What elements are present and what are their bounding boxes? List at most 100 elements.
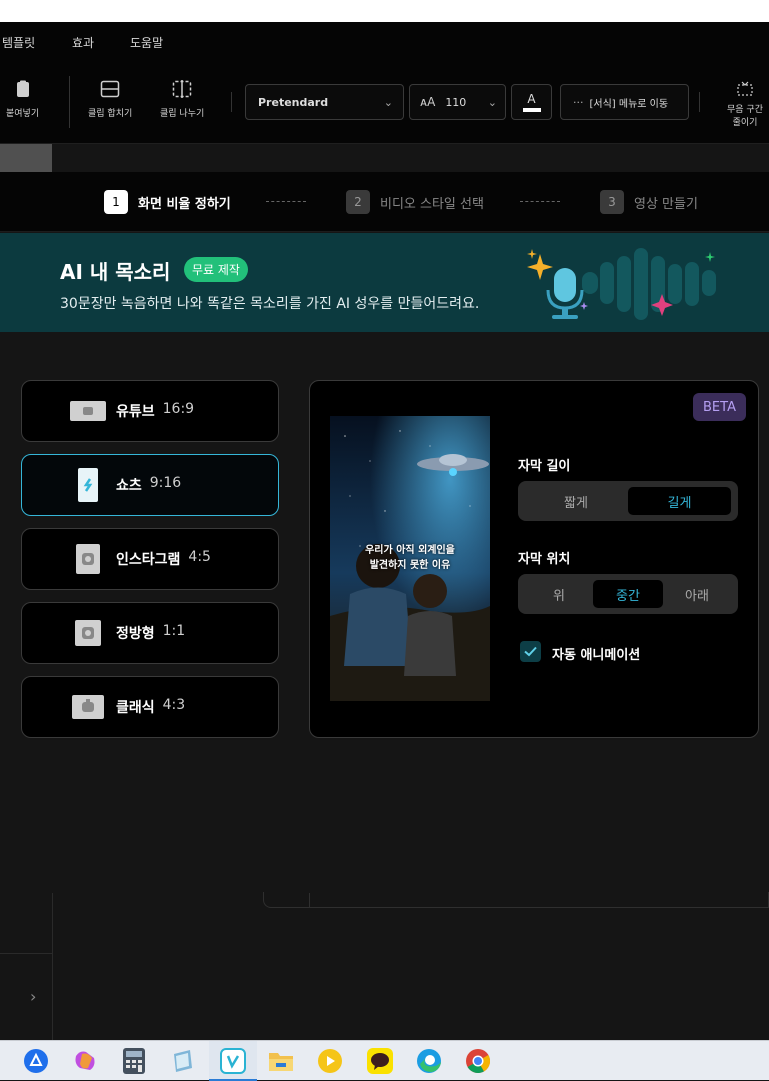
windows-taskbar — [0, 1040, 769, 1081]
more-icon: ··· — [573, 95, 584, 109]
split-clip-icon — [172, 80, 192, 98]
merge-clip-icon — [100, 80, 120, 98]
chevron-down-icon: ⌄ — [383, 95, 393, 109]
caption-line-1: 우리가 아직 외계인을 — [365, 545, 455, 556]
ratio-classic[interactable]: 클래식 4:3 — [21, 676, 279, 738]
step-3-number: 3 — [600, 190, 624, 214]
step-3: 3 영상 만들기 — [600, 190, 698, 214]
length-short-option[interactable]: 짧게 — [528, 487, 624, 515]
divider — [231, 92, 232, 112]
merge-clip-label: 클립 합치기 — [88, 109, 133, 119]
color-swatch — [522, 107, 541, 112]
font-select[interactable]: Pretendard ⌄ — [245, 84, 404, 120]
notepad-icon[interactable] — [170, 1048, 196, 1074]
ratio-name: 정방형 — [116, 626, 155, 642]
font-size-icon: ᴀA — [420, 95, 436, 109]
step-3-label: 영상 만들기 — [634, 196, 698, 212]
ratio-value: 16:9 — [162, 401, 195, 417]
ratio-value: 9:16 — [149, 475, 182, 491]
divider — [69, 76, 70, 128]
divider — [309, 893, 310, 907]
length-long-option[interactable]: 길게 — [628, 487, 731, 515]
divider — [52, 893, 53, 1040]
timeline-block[interactable] — [0, 144, 52, 172]
banner-title: AI 내 목소리 — [60, 260, 171, 284]
step-1-label: 화면 비율 정하기 — [138, 196, 231, 212]
editor-background: › — [0, 892, 769, 1040]
step-divider — [520, 201, 560, 202]
ratio-value: 1:1 — [162, 623, 186, 639]
paste-button[interactable]: 붙여넣기 — [6, 80, 39, 119]
step-2: 2 비디오 스타일 선택 — [346, 190, 484, 214]
ratio-name: 클래식 — [116, 700, 155, 716]
remove-silence-icon — [737, 81, 753, 96]
ratio-square[interactable]: 정방형 1:1 — [21, 602, 279, 664]
split-clip-button[interactable]: 클립 나누기 — [160, 80, 204, 119]
top-white-strip — [0, 0, 769, 22]
calculator-icon[interactable] — [121, 1048, 147, 1074]
auto-animation-checkbox[interactable] — [520, 641, 541, 662]
youtube-icon — [70, 396, 106, 426]
position-bottom-option[interactable]: 아래 — [663, 580, 731, 608]
check-icon — [524, 646, 537, 657]
font-color-button[interactable]: A — [511, 84, 552, 120]
remove-silence-button[interactable]: 무음 구간 줄이기 — [727, 80, 763, 128]
free-badge: 무료 제작 — [184, 257, 248, 282]
ratio-name: 인스타그램 — [116, 552, 181, 568]
classic-icon — [70, 692, 106, 722]
instagram-icon — [70, 544, 106, 574]
remove-silence-label2: 줄이기 — [732, 118, 758, 128]
editor-frame — [263, 892, 769, 908]
subtitle-length-label: 자막 길이 — [518, 459, 571, 474]
step-2-label: 비디오 스타일 선택 — [380, 196, 484, 212]
merge-clip-button[interactable]: 클립 합치기 — [88, 80, 132, 119]
caption-line-2: 발견하지 못한 이유 — [369, 560, 451, 571]
step-2-number: 2 — [346, 190, 370, 214]
ratio-name: 쇼츠 — [116, 478, 142, 494]
chrome-icon[interactable] — [465, 1048, 491, 1074]
ratio-instagram[interactable]: 인스타그램 4:5 — [21, 528, 279, 590]
copilot-app-icon[interactable] — [23, 1048, 49, 1074]
ratio-value: 4:3 — [162, 697, 186, 713]
font-name: Pretendard — [258, 95, 329, 109]
divider — [699, 92, 700, 112]
media-player-icon[interactable] — [317, 1048, 343, 1074]
position-top-option[interactable]: 위 — [524, 580, 594, 608]
menu-effects[interactable]: 효과 — [72, 34, 94, 51]
format-menu-button[interactable]: ··· [서식] 메뉴로 이동 — [560, 84, 689, 120]
ratio-value: 4:5 — [188, 549, 211, 565]
menu-help[interactable]: 도움말 — [130, 34, 163, 51]
position-middle-option[interactable]: 중간 — [593, 580, 663, 608]
menu-template[interactable]: 템플릿 — [2, 34, 35, 51]
vrew-icon[interactable] — [220, 1048, 246, 1074]
step-divider — [266, 201, 306, 202]
subtitle-position-toggle: 위 중간 아래 — [518, 574, 738, 614]
copilot-icon[interactable] — [72, 1048, 98, 1074]
subtitle-position-label: 자막 위치 — [518, 552, 571, 567]
caption-preview: 우리가 아직 외계인을 발견하지 못한 이유 — [330, 543, 490, 573]
edge-icon[interactable] — [416, 1048, 442, 1074]
menu-bar: 템플릿 효과 도움말 — [0, 22, 769, 62]
banner-subtitle: 30문장만 녹음하면 나와 똑같은 목소리를 가진 AI 성우를 만들어드려요. — [60, 296, 480, 312]
square-icon — [70, 618, 106, 648]
step-1: 1 화면 비율 정하기 — [104, 190, 231, 214]
expand-sidebar-arrow[interactable]: › — [30, 987, 36, 1006]
ratio-youtube[interactable]: 유튜브 16:9 — [21, 380, 279, 442]
split-clip-label: 클립 나누기 — [160, 109, 205, 119]
kakaotalk-icon[interactable] — [367, 1048, 393, 1074]
format-menu-label: [서식] 메뉴로 이동 — [589, 98, 669, 110]
beta-badge: BETA — [693, 393, 746, 421]
step-1-number: 1 — [104, 190, 128, 214]
timeline-strip — [0, 144, 769, 172]
voice-wave-illustration — [527, 248, 716, 320]
auto-animation-label: 자동 애니메이션 — [552, 648, 641, 663]
font-size-value: 110 — [445, 95, 467, 109]
wizard-steps: 1 화면 비율 정하기 2 비디오 스타일 선택 3 영상 만들기 — [0, 172, 769, 232]
clipboard-icon — [16, 80, 29, 97]
paste-label: 붙여넣기 — [6, 109, 40, 119]
toolbar: 붙여넣기 클립 합치기 클립 나누기 Pretendard ⌄ ᴀA 110 ⌄… — [0, 62, 769, 144]
file-explorer-icon[interactable] — [268, 1048, 294, 1074]
ratio-shorts[interactable]: 쇼츠 9:16 — [21, 454, 279, 516]
font-size-select[interactable]: ᴀA 110 ⌄ — [409, 84, 506, 120]
shorts-icon — [70, 468, 106, 502]
